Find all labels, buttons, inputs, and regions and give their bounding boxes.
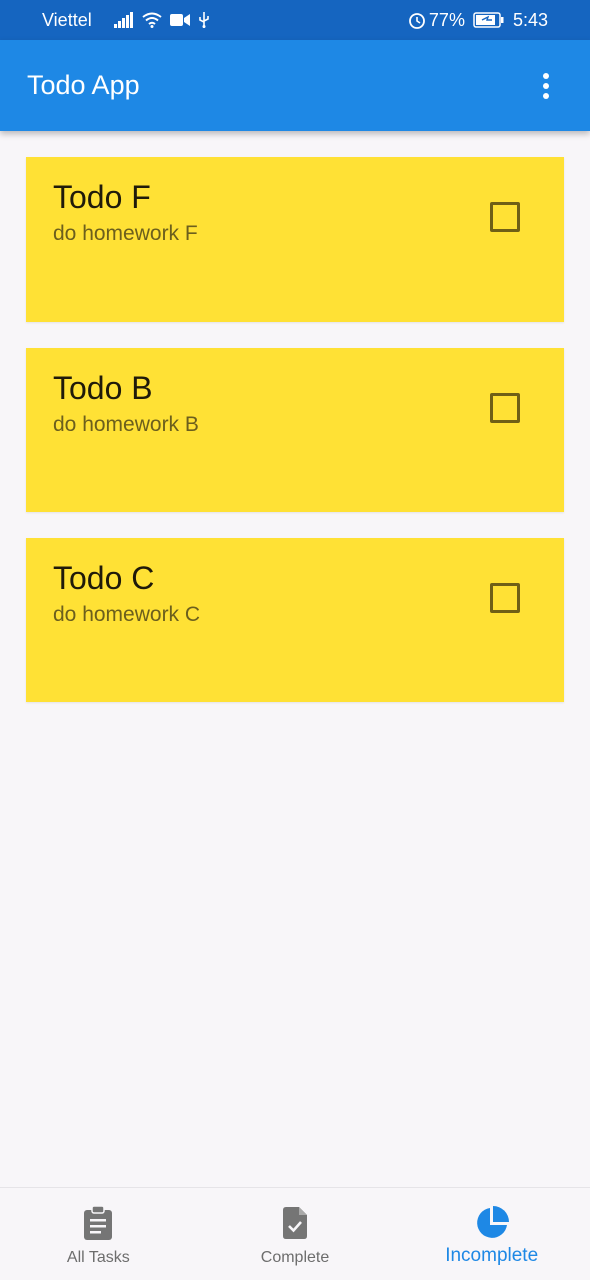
- clock-time: 5:43: [512, 9, 548, 30]
- pie-chart-icon: [475, 1206, 509, 1240]
- todo-description: do homework C: [53, 603, 201, 626]
- todo-checkbox[interactable]: [490, 202, 520, 232]
- more-vert-dot: [543, 92, 549, 99]
- nav-label: Complete: [260, 1249, 330, 1266]
- todo-title: Todo B: [53, 370, 153, 406]
- todo-title: Todo F: [53, 179, 151, 215]
- app-bar: Todo App: [0, 40, 590, 131]
- more-options-button[interactable]: [526, 66, 566, 106]
- status-bar: Viettel 77% 5:43: [0, 0, 590, 40]
- more-vert-dot: [543, 82, 549, 89]
- todo-card[interactable]: Todo F do homework F: [26, 157, 564, 322]
- document-check-icon: [283, 1206, 307, 1240]
- screen: Viettel 77% 5:43 Todo App Todo F do home…: [0, 0, 590, 1280]
- nav-incomplete[interactable]: Incomplete: [393, 1188, 590, 1280]
- todo-description: do homework B: [53, 413, 199, 436]
- todo-checkbox[interactable]: [490, 393, 520, 423]
- video-call-icon: [169, 13, 190, 27]
- todo-card[interactable]: Todo B do homework B: [26, 348, 564, 512]
- carrier-name: Viettel: [42, 9, 92, 30]
- alarm-icon: [408, 11, 426, 29]
- wifi-icon: [142, 12, 162, 28]
- nav-label: All Tasks: [66, 1249, 130, 1266]
- battery-percent: 77%: [428, 9, 465, 30]
- clipboard-list-icon: [83, 1206, 113, 1240]
- nav-all-tasks[interactable]: All Tasks: [0, 1188, 197, 1280]
- todo-checkbox[interactable]: [490, 583, 520, 613]
- signal-icon: [113, 12, 134, 28]
- nav-label: Incomplete: [445, 1245, 539, 1266]
- usb-icon: [198, 12, 210, 28]
- status-right: 77% 5:43: [408, 10, 548, 31]
- status-left: Viettel: [42, 10, 210, 31]
- more-vert-icon: [543, 72, 549, 79]
- app-title: Todo App: [27, 70, 140, 100]
- nav-complete[interactable]: Complete: [197, 1188, 394, 1280]
- todo-title: Todo C: [53, 560, 155, 596]
- battery-charging-icon: [473, 12, 505, 28]
- bottom-navigation: All Tasks Complete Incomplete: [0, 1187, 590, 1280]
- todo-card[interactable]: Todo C do homework C: [26, 538, 564, 702]
- todo-description: do homework F: [53, 222, 198, 245]
